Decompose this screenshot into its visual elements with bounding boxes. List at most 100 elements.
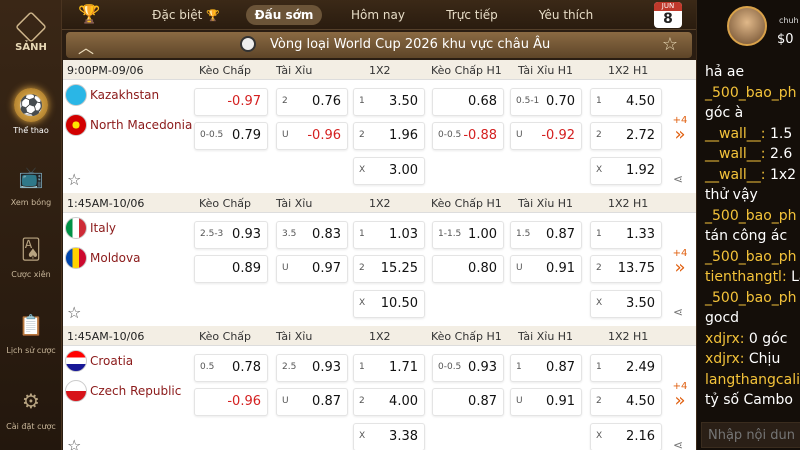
odds-cell[interactable]: 1 0.87 xyxy=(510,354,582,382)
tab-early[interactable]: Đấu sớm xyxy=(246,5,322,25)
column-header: Kèo Chấp H1 xyxy=(431,330,502,343)
odds-line: 1 xyxy=(359,362,365,372)
chat-text: thử vậy xyxy=(705,187,758,203)
odds-line: 1 xyxy=(359,96,365,106)
odds-cell[interactable]: 0.80 xyxy=(432,255,504,283)
odds-cell[interactable]: U 0.97 xyxy=(276,255,348,283)
odds-cell[interactable]: 1 1.33 xyxy=(590,221,662,249)
odds-cell[interactable]: -0.97 xyxy=(194,88,268,116)
favorite-star-icon[interactable]: ☆ xyxy=(67,303,81,322)
sidebar-item-sports[interactable]: ⚽ Thể thao xyxy=(0,88,62,135)
odds-cell[interactable]: 1.5 0.87 xyxy=(510,221,582,249)
favorite-star-icon[interactable]: ☆ xyxy=(67,436,81,450)
tab-favorites[interactable]: Yêu thích xyxy=(528,5,604,25)
odds-cell[interactable]: 2 1.96 xyxy=(353,122,425,150)
favorite-star-icon[interactable]: ☆ xyxy=(67,170,81,189)
lobby-logo-button[interactable]: SẢNH xyxy=(8,8,54,58)
odds-line: 0.5-1 xyxy=(516,96,540,106)
odds-cell[interactable]: 2 13.75 xyxy=(590,255,662,283)
odds-cell[interactable]: 2 2.72 xyxy=(590,122,662,150)
chat-username[interactable]: _500_bao_ph xyxy=(705,290,797,306)
more-markets-button[interactable]: +4» xyxy=(668,381,692,410)
odds-cell[interactable]: 0.89 xyxy=(194,255,268,283)
odds-cell[interactable]: 2 15.25 xyxy=(353,255,425,283)
league-bar[interactable]: ︿ Vòng loại World Cup 2026 khu vực châu … xyxy=(66,32,692,58)
chat-username[interactable]: tienthangtl: xyxy=(705,269,787,285)
more-markets-button[interactable]: +4» xyxy=(668,115,692,144)
chat-text: tán công ác xyxy=(705,228,788,244)
odds-cell[interactable]: 1 2.49 xyxy=(590,354,662,382)
odds-cell[interactable]: X 3.00 xyxy=(353,157,425,185)
star-icon[interactable]: ☆ xyxy=(662,34,678,55)
odds-cell[interactable]: 0.5-1 0.70 xyxy=(510,88,582,116)
chat-message: tienthangtl: La xyxy=(705,269,800,285)
sidebar-item-label: Cược xiên xyxy=(11,270,51,279)
odds-cell[interactable]: 0.87 xyxy=(432,388,504,416)
odds-cell[interactable]: U 0.91 xyxy=(510,255,582,283)
chevron-up-icon[interactable]: ︿ xyxy=(78,34,94,58)
tab-live[interactable]: Trực tiếp xyxy=(434,5,510,25)
odds-cell[interactable]: 0-0.5 -0.88 xyxy=(432,122,504,150)
chat-username[interactable]: __wall__: xyxy=(705,126,766,142)
chat-username[interactable]: xdjrx: xyxy=(705,331,744,347)
sidebar-item-watch[interactable]: 📺 Xem bóng xyxy=(0,160,62,207)
odds-cell[interactable]: 2.5 0.93 xyxy=(276,354,348,382)
sidebar-item-label: Thể thao xyxy=(13,126,49,135)
odds-cell[interactable]: 1 3.50 xyxy=(353,88,425,116)
chat-input[interactable] xyxy=(701,422,800,448)
more-markets-button[interactable]: +4» xyxy=(668,248,692,277)
odds-cell[interactable]: U -0.92 xyxy=(510,122,582,150)
odds-cell[interactable]: 2 0.76 xyxy=(276,88,348,116)
odds-cell[interactable]: -0.96 xyxy=(194,388,268,416)
share-icon[interactable]: ⋖ xyxy=(673,438,683,450)
odds-cell[interactable]: 0.68 xyxy=(432,88,504,116)
odds-line: X xyxy=(596,298,603,308)
flag-icon xyxy=(65,114,87,136)
chat-username[interactable]: xdjrx: xyxy=(705,351,744,367)
calendar-button[interactable]: JUN 8 xyxy=(654,2,682,28)
odds-cell[interactable]: 1 1.71 xyxy=(353,354,425,382)
odds-cell[interactable]: 0-0.5 0.93 xyxy=(432,354,504,382)
sidebar-item-history[interactable]: 📋 Lịch sử cược xyxy=(0,308,62,355)
sidebar-item-parlay[interactable]: 🂡 Cược xiên xyxy=(0,232,62,279)
chat-username[interactable]: __wall__: xyxy=(705,146,766,162)
odds-cell[interactable]: X 2.16 xyxy=(590,423,662,450)
chat-text: hả ae xyxy=(705,64,745,80)
tab-special[interactable]: Đặc biệt 🏆 xyxy=(146,5,226,25)
trophy-icon[interactable]: 🏆 xyxy=(78,4,100,25)
odds-cell[interactable]: X 3.38 xyxy=(353,423,425,450)
chat-username[interactable]: _500_bao_ph xyxy=(705,85,797,101)
column-header: 1X2 H1 xyxy=(608,330,649,343)
sidebar-item-settings[interactable]: ⚙ Cài đặt cược xyxy=(0,384,62,431)
odds-line: U xyxy=(282,130,289,140)
odds-cell[interactable]: X 3.50 xyxy=(590,290,662,318)
odds-cell[interactable]: U 0.87 xyxy=(276,388,348,416)
avatar[interactable] xyxy=(727,6,767,46)
chat-username[interactable]: _500_bao_ph xyxy=(705,249,797,265)
odds-cell[interactable]: U 0.91 xyxy=(510,388,582,416)
tab-today[interactable]: Hôm nay xyxy=(342,5,414,25)
chat-username[interactable]: __wall__: xyxy=(705,167,766,183)
odds-cell[interactable]: 1-1.5 1.00 xyxy=(432,221,504,249)
odds-cell[interactable]: 2 4.50 xyxy=(590,388,662,416)
odds-cell[interactable]: 2.5-3 0.93 xyxy=(194,221,268,249)
odds-value: 13.75 xyxy=(617,261,655,276)
odds-line: X xyxy=(596,431,603,441)
chat-username[interactable]: _500_bao_ph xyxy=(705,208,797,224)
odds-cell[interactable]: 3.5 0.83 xyxy=(276,221,348,249)
odds-cell[interactable]: 2 4.00 xyxy=(353,388,425,416)
share-icon[interactable]: ⋖ xyxy=(673,305,683,319)
odds-cell[interactable]: X 1.92 xyxy=(590,157,662,185)
cards-icon: 🂡 xyxy=(20,237,42,261)
odds-value: 0.70 xyxy=(546,94,575,109)
chat-username[interactable]: langthangcalit xyxy=(705,372,800,388)
odds-cell[interactable]: 0.5 0.78 xyxy=(194,354,268,382)
odds-cell[interactable]: X 10.50 xyxy=(353,290,425,318)
odds-cell[interactable]: 0-0.5 0.79 xyxy=(194,122,268,150)
odds-line: 1 xyxy=(516,362,522,372)
odds-value: -0.96 xyxy=(307,128,341,143)
odds-cell[interactable]: 1 4.50 xyxy=(590,88,662,116)
odds-cell[interactable]: 1 1.03 xyxy=(353,221,425,249)
odds-cell[interactable]: U -0.96 xyxy=(276,122,348,150)
share-icon[interactable]: ⋖ xyxy=(673,172,683,186)
